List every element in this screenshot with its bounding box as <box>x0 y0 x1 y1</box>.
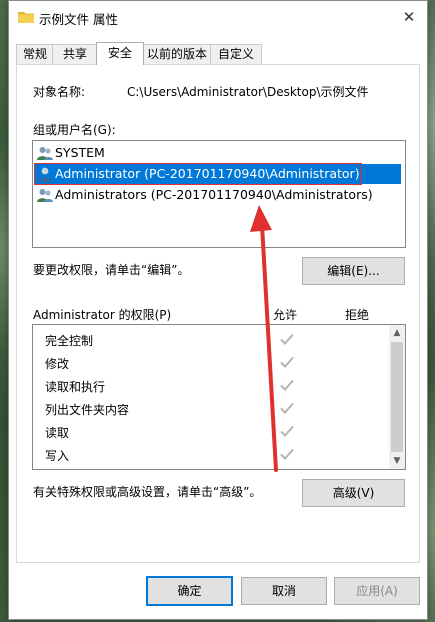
user-group-icon <box>37 189 53 202</box>
scroll-up-icon[interactable]: ▲ <box>389 325 405 341</box>
table-row: 读取 <box>33 420 385 443</box>
user-list[interactable]: SYSTEM Administrator (PC-201701170940\Ad… <box>32 140 406 248</box>
object-name-value: C:\Users\Administrator\Desktop\示例文件 <box>127 85 369 99</box>
allow-column-header: 允许 <box>273 308 298 322</box>
permission-name: 修改 <box>45 357 70 371</box>
checkmark-icon <box>280 356 294 368</box>
list-item[interactable]: Administrators (PC-201701170940\Administ… <box>35 185 401 205</box>
table-row: 写入 <box>33 443 385 466</box>
cancel-button[interactable]: 取消 <box>241 577 327 605</box>
deny-column-header: 拒绝 <box>345 308 370 322</box>
apply-button[interactable]: 应用(A) <box>334 577 420 605</box>
window-title: 示例文件 属性 <box>39 12 118 27</box>
table-row: 修改 <box>33 351 385 374</box>
folder-icon <box>18 12 34 23</box>
permission-name: 读取 <box>45 426 70 440</box>
permissions-header: Administrator 的权限(P) <box>33 308 172 322</box>
scroll-down-icon[interactable]: ▼ <box>389 453 405 469</box>
advanced-button[interactable]: 高级(V) <box>302 479 405 507</box>
tab-security[interactable]: 安全 <box>96 42 144 65</box>
close-button[interactable]: ✕ <box>391 1 427 33</box>
permission-name: 列出文件夹内容 <box>45 403 130 417</box>
close-icon: ✕ <box>402 8 416 26</box>
list-item[interactable]: SYSTEM <box>35 143 401 163</box>
object-name-label: 对象名称: <box>33 85 86 99</box>
checkmark-icon <box>280 402 294 414</box>
annotation-highlight-box <box>34 163 362 185</box>
tab-customize[interactable]: 自定义 <box>210 44 262 64</box>
advanced-hint: 有关特殊权限或高级设置，请单击“高级”。 <box>33 485 262 499</box>
permissions-list: 完全控制 修改 读取和执行 列出文件夹内容 读取 写入 ▲ ▼ <box>32 324 406 470</box>
tab-sharing[interactable]: 共享 <box>52 44 98 64</box>
permission-name: 读取和执行 <box>45 380 106 394</box>
checkmark-icon <box>280 333 294 345</box>
user-group-icon <box>37 147 53 160</box>
title-bar[interactable]: 示例文件 属性 ✕ <box>9 1 427 33</box>
change-permission-hint: 要更改权限，请单击“编辑”。 <box>33 263 190 277</box>
tab-general[interactable]: 常规 <box>16 44 54 64</box>
edit-button[interactable]: 编辑(E)... <box>302 257 405 285</box>
user-name: Administrators (PC-201701170940\Administ… <box>55 187 373 202</box>
permission-name: 写入 <box>45 449 70 463</box>
tab-previous-versions[interactable]: 以前的版本 <box>142 44 212 64</box>
checkmark-icon <box>280 379 294 391</box>
permissions-scrollbar[interactable]: ▲ ▼ <box>389 325 405 469</box>
user-name: SYSTEM <box>55 145 105 160</box>
security-panel: 对象名称: C:\Users\Administrator\Desktop\示例文… <box>16 64 420 563</box>
properties-dialog: 示例文件 属性 ✕ 常规 共享 安全 以前的版本 自定义 对象名称: C:\Us… <box>8 0 428 620</box>
checkmark-icon <box>280 425 294 437</box>
checkmark-icon <box>280 448 294 460</box>
table-row: 列出文件夹内容 <box>33 397 385 420</box>
scroll-thumb[interactable] <box>391 342 403 452</box>
ok-button[interactable]: 确定 <box>146 576 233 606</box>
table-row: 完全控制 <box>33 328 385 351</box>
group-label: 组或用户名(G): <box>33 123 116 137</box>
permission-name: 完全控制 <box>45 334 94 348</box>
table-row: 读取和执行 <box>33 374 385 397</box>
